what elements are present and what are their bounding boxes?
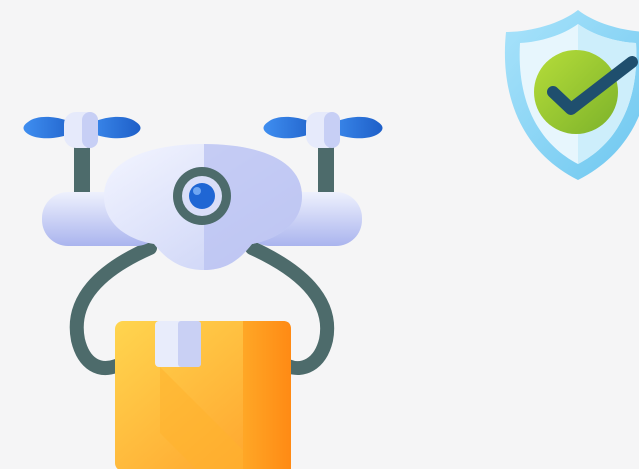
left-mast (74, 140, 90, 200)
delivery-box-icon (115, 321, 291, 469)
illustration-art (23, 10, 639, 469)
right-propeller-icon (263, 112, 383, 148)
left-propeller-icon (23, 112, 141, 148)
illustration-canvas (0, 0, 639, 469)
check-circle (534, 50, 618, 134)
shield-check-icon (504, 10, 639, 180)
right-mast (318, 140, 334, 200)
camera-lens-icon (173, 167, 231, 225)
